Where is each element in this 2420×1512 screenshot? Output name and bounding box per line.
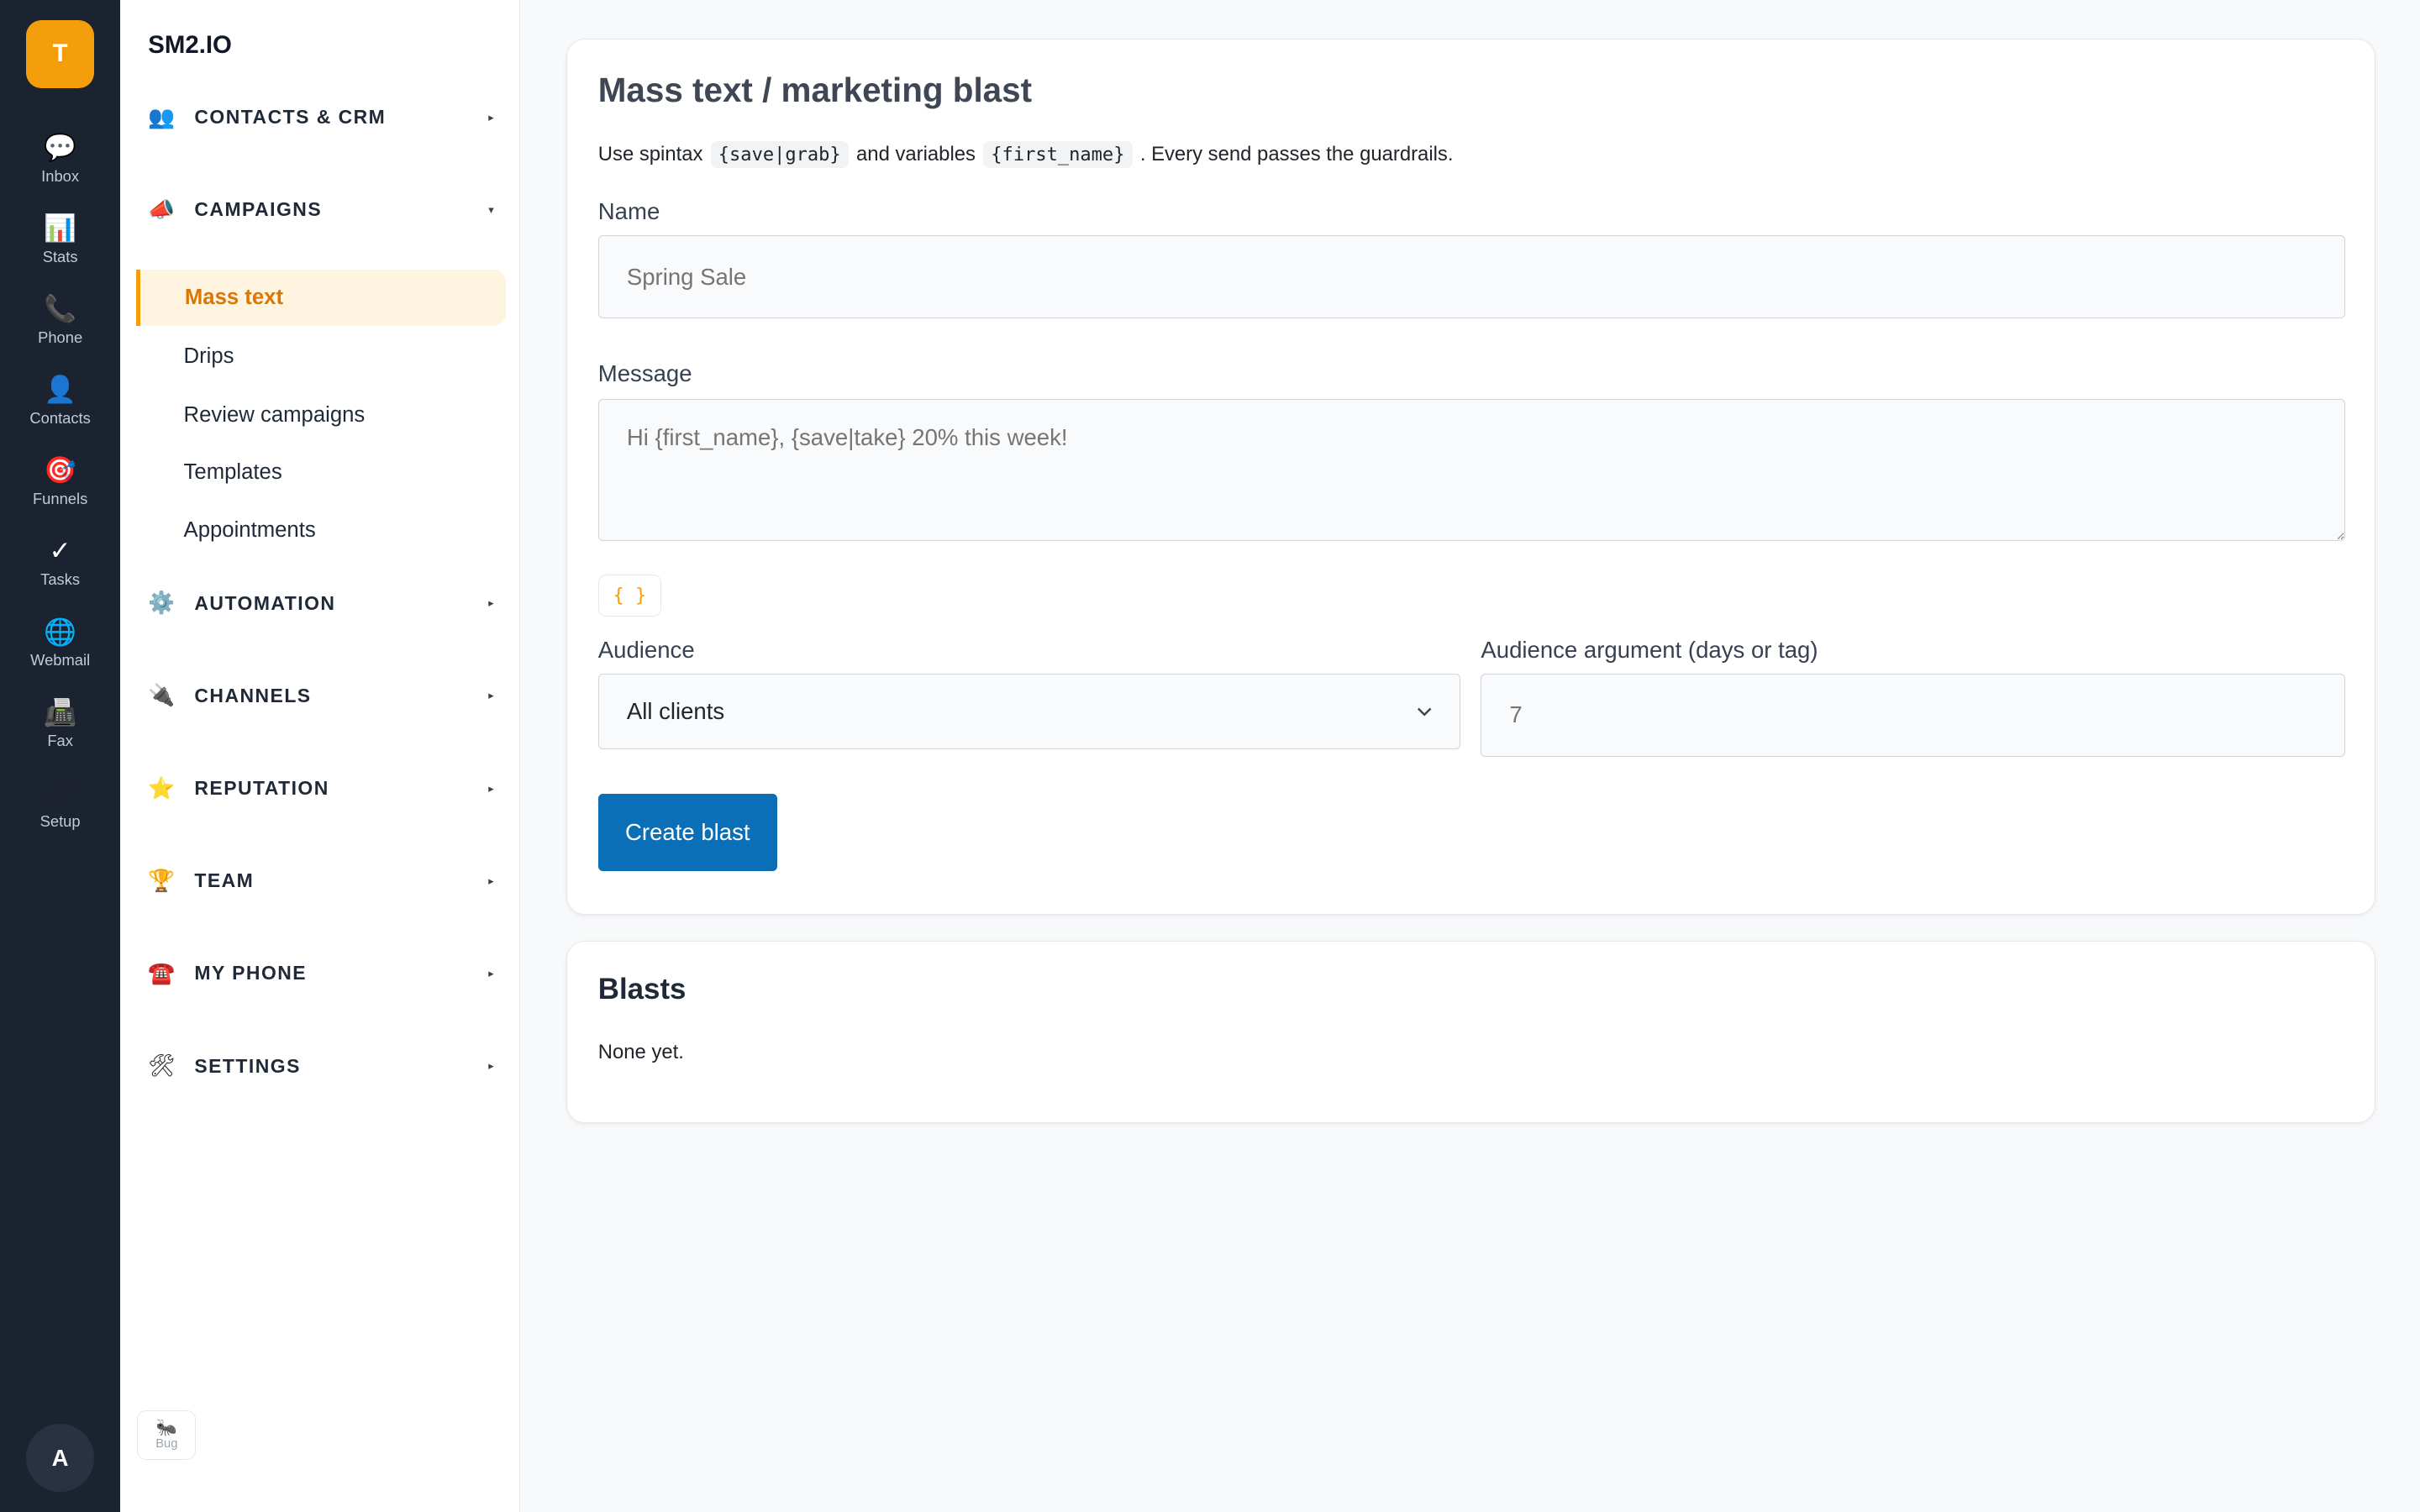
chat-bubble-icon: 💬 — [44, 133, 77, 163]
rail-item-label: Inbox — [41, 166, 80, 185]
section-label: CHANNELS — [194, 684, 312, 706]
bug-report-button[interactable]: 🐜 Bug — [137, 1410, 197, 1460]
message-label: Message — [597, 360, 692, 386]
spintax-example: {save|grab} — [710, 141, 849, 169]
rail-item-label: Setup — [39, 812, 81, 830]
sidebar-section-automation[interactable]: ⚙️ AUTOMATION ▸ — [148, 585, 493, 622]
tools-icon: 🛠 — [43, 778, 77, 808]
user-avatar[interactable]: A — [26, 1424, 95, 1493]
section-label: CONTACTS & CRM — [194, 106, 387, 129]
rail-item-fax[interactable]: 📠 Fax — [6, 684, 114, 764]
megaphone-icon: 📣 — [148, 197, 176, 222]
bug-label: Bug — [155, 1437, 178, 1452]
sidebar: SM2.IO 👥 CONTACTS & CRM ▸ 📣 CAMPAIGNS ▾ … — [120, 0, 520, 1512]
check-icon: ✓ — [49, 536, 71, 566]
rail-item-funnels[interactable]: 🎯 Funnels — [6, 442, 114, 522]
workspace-logo[interactable]: T — [26, 19, 95, 88]
rail-item-label: Funnels — [32, 489, 88, 507]
rail-item-inbox[interactable]: 💬 Inbox — [6, 118, 114, 199]
rail-item-label: Webmail — [30, 650, 91, 669]
variable-example: {first_name} — [983, 141, 1133, 169]
rail-item-label: Contacts — [29, 408, 91, 427]
chevron-down-icon — [1418, 707, 1432, 717]
fax-icon: 📠 — [44, 697, 77, 727]
person-icon: 👤 — [44, 375, 77, 405]
globe-icon: 🌐 — [44, 617, 77, 647]
rail-item-contacts[interactable]: 👤 Contacts — [6, 361, 114, 442]
audience-label: Audience — [597, 636, 695, 663]
blasts-title: Blasts — [597, 973, 687, 1006]
insert-spintax-button[interactable]: { } — [597, 575, 662, 617]
caret-right-icon: ▸ — [488, 596, 494, 610]
message-textarea[interactable] — [597, 398, 2345, 541]
sidebar-section-contacts-crm[interactable]: 👥 CONTACTS & CRM ▸ — [148, 99, 493, 136]
trophy-icon: 🏆 — [148, 869, 176, 893]
sidebar-section-my-phone[interactable]: ☎️ MY PHONE ▸ — [148, 955, 493, 992]
sidebar-section-campaigns[interactable]: 📣 CAMPAIGNS ▾ — [148, 192, 493, 228]
rail-item-stats[interactable]: 📊 Stats — [6, 199, 114, 280]
page-title: Mass text / marketing blast — [597, 70, 1033, 109]
desc-prefix: Use spintax — [597, 143, 703, 166]
people-icon: 👥 — [148, 105, 176, 129]
audience-argument-input[interactable] — [1481, 673, 2345, 757]
bug-icon: 🐜 — [155, 1419, 177, 1438]
section-label: REPUTATION — [194, 777, 329, 800]
section-label: MY PHONE — [194, 962, 308, 984]
rail-item-setup[interactable]: 🛠 Setup — [6, 764, 114, 845]
audience-select[interactable]: All clients — [597, 673, 1461, 749]
rail-item-webmail[interactable]: 🌐 Webmail — [6, 603, 114, 684]
caret-right-icon: ▸ — [488, 1059, 494, 1073]
sidebar-item-mass-text[interactable]: Mass text — [135, 270, 507, 326]
sidebar-section-reputation[interactable]: ⭐ REPUTATION ▸ — [148, 770, 493, 807]
caret-right-icon: ▸ — [488, 110, 494, 123]
caret-right-icon: ▸ — [488, 966, 494, 979]
rail-nav: 💬 Inbox 📊 Stats 📞 Phone 👤 Contacts 🎯 Fun… — [6, 118, 114, 844]
bar-chart-icon: 📊 — [44, 213, 77, 244]
caret-down-icon: ▾ — [488, 202, 494, 216]
desc-middle: and variables — [856, 143, 976, 166]
blasts-empty-state: None yet. — [597, 1040, 684, 1063]
target-icon: 🎯 — [44, 455, 77, 486]
star-icon: ⭐ — [148, 776, 176, 801]
section-label: CAMPAIGNS — [194, 198, 323, 221]
rail-item-phone[interactable]: 📞 Phone — [6, 281, 114, 361]
brand-name: SM2.IO — [148, 30, 232, 59]
name-input[interactable] — [597, 235, 2345, 319]
sidebar-item-review-campaigns[interactable]: Review campaigns — [136, 387, 507, 443]
audience-selected-value: All clients — [626, 697, 725, 724]
desc-suffix: . Every send passes the guardrails. — [1139, 143, 1454, 166]
form-description: Use spintax {save|grab} and variables {f… — [597, 141, 1454, 169]
rail-item-label: Fax — [47, 731, 73, 749]
mass-text-form-card: Mass text / marketing blast Use spintax … — [566, 38, 2375, 916]
rail-item-label: Phone — [38, 328, 83, 346]
phone-icon: 📞 — [44, 294, 77, 324]
create-blast-button[interactable]: Create blast — [597, 794, 777, 871]
app-rail: T 💬 Inbox 📊 Stats 📞 Phone 👤 Contacts 🎯 F… — [0, 0, 121, 1512]
sidebar-item-templates[interactable]: Templates — [136, 444, 507, 500]
sidebar-section-channels[interactable]: 🔌 CHANNELS ▸ — [148, 677, 493, 714]
sidebar-item-appointments[interactable]: Appointments — [136, 503, 507, 559]
sidebar-item-drips[interactable]: Drips — [136, 328, 507, 384]
gear-icon: ⚙️ — [148, 591, 176, 616]
rail-item-label: Tasks — [40, 570, 81, 588]
caret-right-icon: ▸ — [488, 689, 494, 702]
blasts-card: Blasts None yet. — [566, 941, 2375, 1124]
rail-item-label: Stats — [42, 247, 78, 265]
name-label: Name — [597, 198, 660, 225]
sidebar-section-team[interactable]: 🏆 TEAM ▸ — [148, 863, 493, 900]
section-label: AUTOMATION — [194, 591, 336, 614]
section-label: TEAM — [194, 869, 255, 892]
telephone-icon: ☎️ — [148, 961, 176, 985]
sidebar-section-settings[interactable]: 🛠 SETTINGS ▸ — [148, 1047, 493, 1084]
caret-right-icon: ▸ — [488, 874, 494, 887]
plug-icon: 🔌 — [148, 684, 176, 708]
rail-item-tasks[interactable]: ✓ Tasks — [6, 522, 114, 603]
tools-icon: 🛠 — [148, 1054, 176, 1079]
section-label: SETTINGS — [194, 1054, 301, 1077]
caret-right-icon: ▸ — [488, 781, 494, 795]
audience-argument-label: Audience argument (days or tag) — [1481, 636, 1818, 663]
